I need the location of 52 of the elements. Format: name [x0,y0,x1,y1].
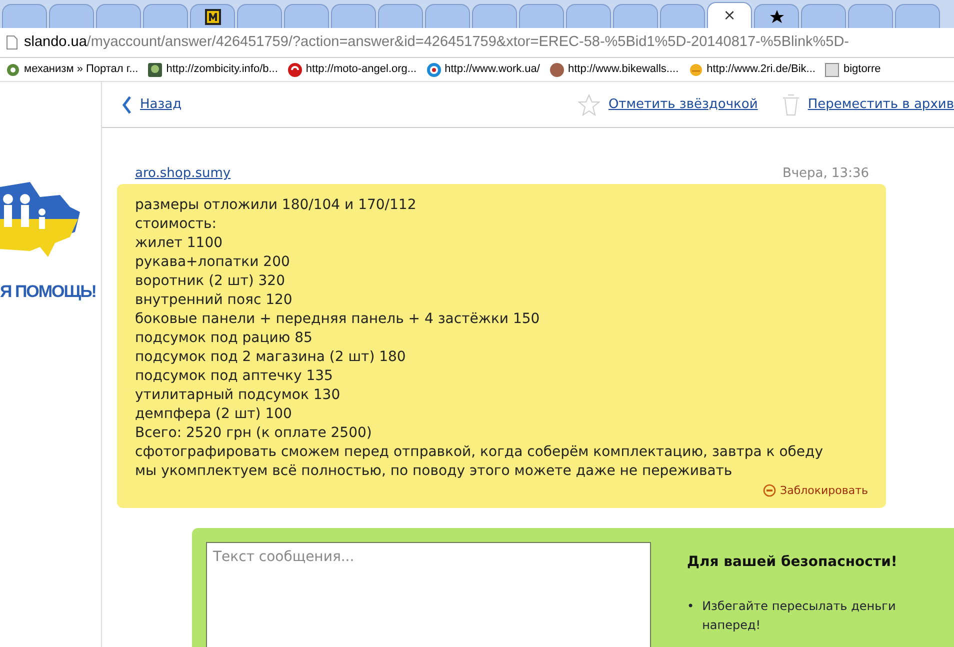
browser-tab[interactable] [190,4,235,28]
message-line: рукава+лопатки 200 [135,252,291,272]
target-favicon-icon [426,62,441,76]
round-favicon-icon [148,62,162,76]
message-line: подсумок под аптечку 135 [135,366,334,386]
gear-favicon-icon [6,62,20,76]
message-line: размеры отложили 180/104 и 170/112 [135,196,418,214]
message-line: подсумок под рацию 85 [135,328,314,348]
bookmark[interactable]: http://www.work.ua/ [426,61,540,78]
bookmark[interactable]: http://moto-angel.org... [288,61,417,78]
message-line: Всего: 2520 грн (к оплате 2500) [135,424,373,442]
block-icon [763,484,776,496]
page-icon [6,35,18,50]
star-icon [770,10,784,24]
block-link[interactable]: Заблокировать [780,480,868,500]
message-line: демпфера (2 шт) 100 [135,404,293,424]
m-favicon-icon [204,8,220,24]
message-line: мы укомплектуем всё полностью, по поводу этого можете даже не переживать [135,462,734,480]
message-line: стоимость: [135,214,218,234]
star-outline-icon [578,94,600,116]
message-time: Вчера, 13:36 [782,165,869,183]
safety-tip: Избегайте пересылать деньги наперед! [702,598,897,634]
back-link[interactable]: Назад [140,94,182,114]
round-favicon-icon [550,62,564,76]
bookmark[interactable]: http://www.2ri.de/Bik... [688,61,816,78]
message-input[interactable]: Текст сообщения... [206,542,651,647]
message-line: воротник (2 шт) 320 [135,272,286,290]
browser-tab[interactable] [754,4,799,28]
message-line: внутренний пояс 120 [135,290,294,310]
browser-tab[interactable]: × [707,2,752,28]
address-bar[interactable]: slando.ua/myaccount/answer/426451759/?action=answer&id=426451759&xtor=EREC-58-%5Bid1%5D-20140817-%5Blink%5D- [0,28,954,58]
bookmark[interactable]: bigtorre [825,61,881,78]
safety-title: Для вашей безопасности! [687,552,898,572]
bookmark[interactable]: http://zombicity.info/b... [148,61,278,78]
round-favicon-icon [288,62,302,76]
close-tab-button[interactable]: × [723,4,736,27]
message-line: утилитарный подсумок 130 [135,386,342,404]
message-line: подсумок под 2 магазина (2 шт) 180 [135,348,407,366]
message-line: сфотографировать сможем перед отправкой, когда соберём комплектацию, завтра к обеду [135,442,824,462]
trash-icon [782,94,800,116]
message-line: боковые панели + передняя панель + 4 застёжки 150 [135,310,541,328]
round-favicon-icon [688,62,703,76]
bookmark[interactable]: http://www.bikewalls.... [550,61,679,78]
bullet-mark: • [687,598,694,614]
back-chevron-icon [122,96,132,114]
square-favicon-icon [825,62,840,76]
banner-text: Я ПОМОЩЬ! [0,281,97,303]
message-line: жилет 1100 [135,234,224,252]
bookmark[interactable]: механизм » Портал г... [6,61,138,78]
archive-link[interactable]: Переместить в архив [808,94,954,114]
sender-link[interactable]: aro.shop.sumy [135,164,231,184]
star-link[interactable]: Отметить звёздочкой [608,94,758,114]
